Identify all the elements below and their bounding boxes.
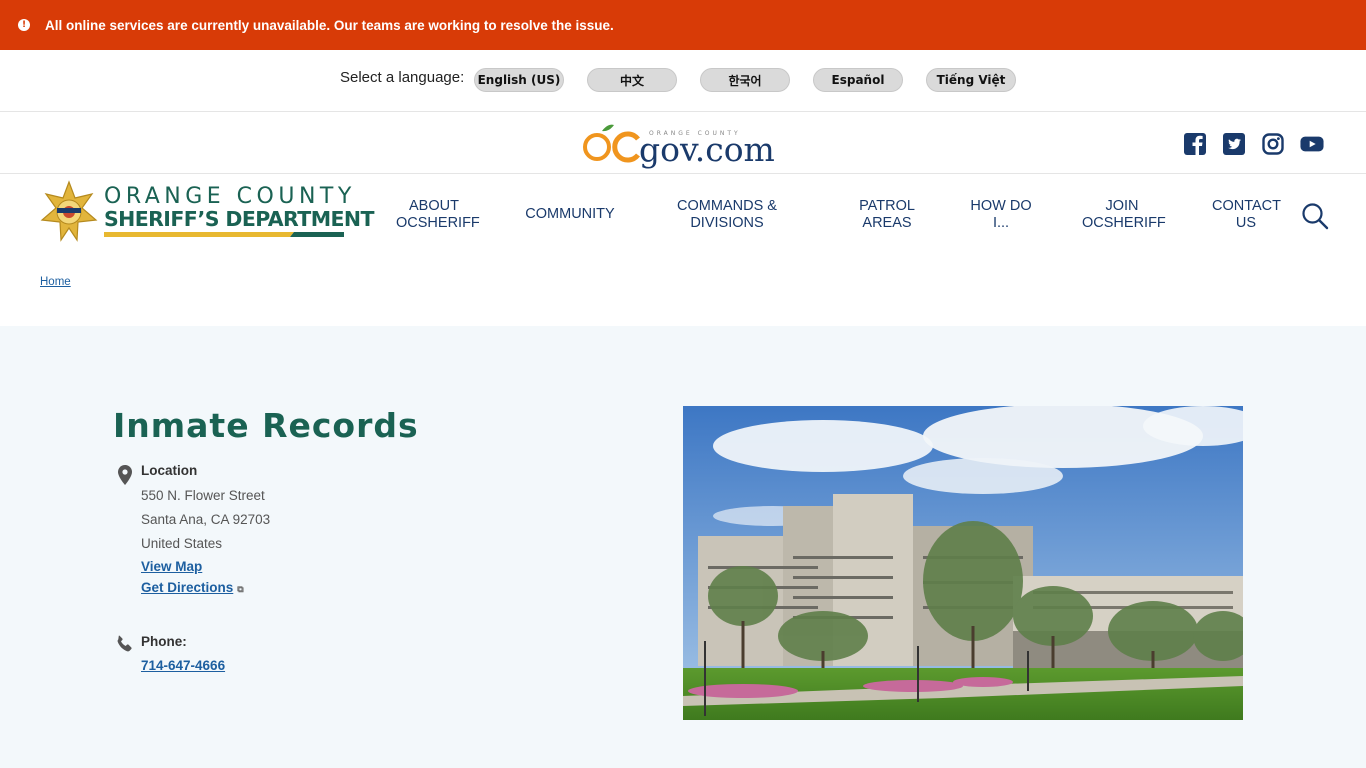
location-label: Location: [141, 463, 198, 478]
view-map-link[interactable]: View Map: [141, 559, 202, 574]
nav-label: COMMUNITY: [525, 206, 615, 222]
jail-building-photo: [683, 406, 1243, 720]
nav-label: DIVISIONS: [690, 215, 764, 231]
portal-strip: ORANGE COUNTY gov.com: [0, 112, 1366, 174]
twitter-icon[interactable]: [1222, 132, 1246, 156]
phone-icon: [117, 635, 132, 652]
nav-patrol-areas[interactable]: PATROL AREAS: [857, 198, 917, 232]
breadcrumb-home-link[interactable]: Home: [40, 276, 71, 288]
nav-label: COMMANDS &: [677, 198, 777, 214]
sheriff-star-badge-logo[interactable]: [40, 180, 98, 244]
brand-color-bar: [104, 232, 344, 237]
phone-label: Phone:: [141, 634, 187, 649]
nav-label: OCSHERIFF: [1082, 215, 1166, 231]
nav-contact-us[interactable]: CONTACT US: [1212, 198, 1282, 232]
phone-number-link[interactable]: 714-647-4666: [141, 658, 225, 673]
address-street: 550 N. Flower Street: [141, 488, 265, 503]
nav-community[interactable]: COMMUNITY: [524, 206, 616, 223]
nav-label: OCSHERIFF: [396, 215, 480, 231]
site-header: ORANGE COUNTY SHERIFF’S DEPARTMENT ABOUT…: [0, 174, 1366, 326]
language-label: Select a language:: [340, 69, 465, 86]
service-alert-banner: ! All online services are currently unav…: [0, 0, 1366, 50]
instagram-icon[interactable]: [1261, 132, 1285, 156]
language-spanish-button[interactable]: Español: [813, 68, 903, 92]
brand-title-line1[interactable]: ORANGE COUNTY: [104, 184, 356, 209]
alert-message: All online services are currently unavai…: [45, 17, 614, 33]
get-directions-wrapper: Get Directions ⧉: [141, 580, 244, 595]
language-english-button[interactable]: English (US): [474, 68, 564, 92]
nav-how-do-i[interactable]: HOW DO I...: [969, 198, 1033, 232]
nav-label: HOW DO: [970, 198, 1032, 214]
svg-text:gov.com: gov.com: [639, 130, 775, 169]
nav-join-ocsheriff[interactable]: JOIN OCSHERIFF: [1082, 198, 1166, 232]
language-vietnamese-button[interactable]: Tiếng Việt: [926, 68, 1016, 92]
main-content: Inmate Records Location 550 N. Flower St…: [0, 326, 1366, 768]
language-bar: Select a language: English (US) 中文 한국어 E…: [0, 50, 1366, 112]
nav-about-ocsheriff[interactable]: ABOUT OCSHERIFF: [396, 198, 480, 232]
ocgov-logo[interactable]: ORANGE COUNTY gov.com: [582, 117, 787, 169]
youtube-icon[interactable]: [1300, 132, 1324, 156]
nav-label: CONTACT: [1212, 198, 1282, 214]
nav-label: US: [1235, 215, 1257, 231]
location-pin-icon: [118, 465, 132, 485]
nav-label: I...: [992, 215, 1010, 231]
facebook-icon[interactable]: [1183, 132, 1207, 156]
alert-circle-icon: !: [18, 19, 30, 31]
search-icon[interactable]: [1301, 202, 1329, 230]
language-korean-button[interactable]: 한국어: [700, 68, 790, 92]
page-title: Inmate Records: [113, 406, 419, 445]
language-chinese-button[interactable]: 中文: [587, 68, 677, 92]
nav-label: PATROL: [859, 198, 915, 214]
nav-label: ABOUT: [409, 198, 459, 214]
nav-label: AREAS: [862, 215, 912, 231]
nav-commands-divisions[interactable]: COMMANDS & DIVISIONS: [674, 198, 780, 232]
external-link-icon: ⧉: [237, 584, 244, 594]
get-directions-link[interactable]: Get Directions: [141, 580, 233, 595]
nav-label: JOIN: [1105, 198, 1139, 214]
address-country: United States: [141, 536, 223, 551]
address-city: Santa Ana, CA 92703: [141, 512, 271, 527]
brand-title-line2[interactable]: SHERIFF’S DEPARTMENT: [104, 207, 374, 231]
